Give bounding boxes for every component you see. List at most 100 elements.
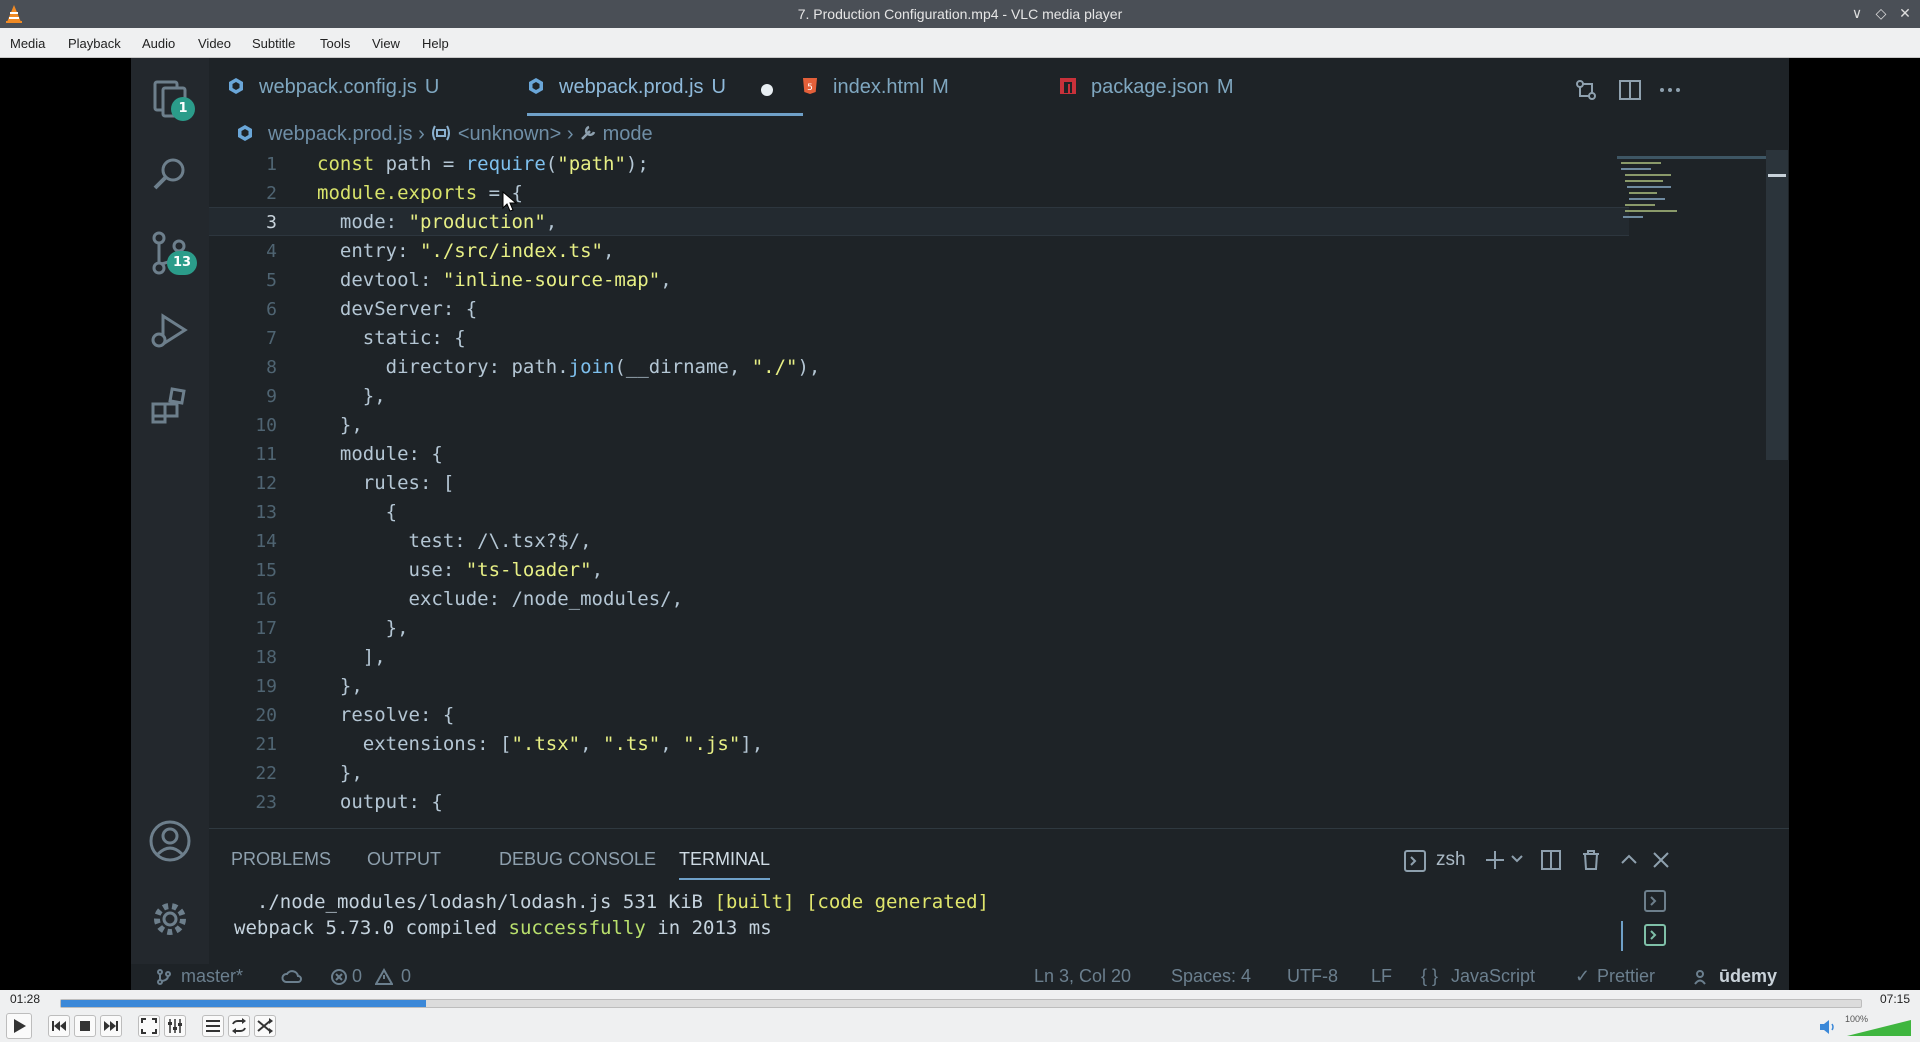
- wrench-icon: [579, 124, 597, 142]
- menu-playback[interactable]: Playback: [68, 36, 121, 51]
- terminal-line: webpack 5.73.0 compiled successfully in …: [234, 917, 772, 939]
- webpack-icon: [236, 124, 254, 142]
- line-number: 11: [255, 444, 277, 465]
- previous-icon[interactable]: [48, 1015, 70, 1037]
- html5-icon: 5: [801, 77, 819, 95]
- play-icon[interactable]: [6, 1013, 32, 1039]
- menu-video[interactable]: Video: [198, 36, 231, 51]
- tab-webpack-prod: webpack.prod.js U: [527, 76, 803, 116]
- line-number: 13: [255, 502, 277, 523]
- new-terminal-icon[interactable]: [1483, 848, 1507, 872]
- terminal-icon: [1403, 849, 1427, 873]
- chevron-right-icon: ›: [566, 123, 580, 145]
- tab-git-status: M: [932, 76, 949, 98]
- code-text: },: [317, 617, 409, 639]
- line-number: 10: [255, 415, 277, 436]
- tab-debug-console[interactable]: DEBUG CONSOLE: [499, 849, 656, 870]
- udemy-watermark: ūdemy: [1719, 966, 1778, 986]
- volume-slider[interactable]: 100%: [1845, 1014, 1913, 1038]
- extended-settings-icon[interactable]: [164, 1015, 186, 1037]
- active-terminal-indicator: [1621, 921, 1623, 951]
- code-text: rules: [: [317, 472, 455, 494]
- close-icon[interactable]: ✕: [1896, 5, 1914, 23]
- code-text: },: [317, 675, 363, 697]
- code-text: },: [317, 762, 363, 784]
- code-text: directory: path.join(__dirname, "./"),: [317, 356, 821, 378]
- git-branch-icon: [155, 968, 173, 986]
- line-number: 22: [255, 763, 277, 784]
- tab-git-status: U: [424, 76, 440, 98]
- split-terminal-icon[interactable]: [1539, 848, 1563, 872]
- chevron-up-icon[interactable]: [1617, 848, 1641, 872]
- menu-audio[interactable]: Audio: [142, 36, 175, 51]
- variable-icon: [430, 124, 452, 142]
- line-number: 6: [266, 299, 277, 320]
- tab-output[interactable]: OUTPUT: [367, 849, 441, 870]
- end-of-line[interactable]: LF: [1371, 966, 1392, 987]
- loop-icon[interactable]: [228, 1015, 250, 1037]
- indentation[interactable]: Spaces: 4: [1171, 966, 1251, 987]
- chevron-down-icon[interactable]: [1509, 851, 1525, 867]
- menu-view[interactable]: View: [372, 36, 400, 51]
- tab-terminal[interactable]: TERMINAL: [679, 849, 771, 880]
- line-number: 17: [255, 618, 277, 639]
- minimize-icon[interactable]: ∨: [1848, 5, 1866, 23]
- cursor-position[interactable]: Ln 3, Col 20: [1034, 966, 1131, 987]
- seek-bar[interactable]: [60, 999, 1862, 1008]
- sync-cloud-icon[interactable]: [281, 968, 303, 986]
- webpack-icon: [227, 77, 245, 95]
- line-number: 20: [255, 705, 277, 726]
- total-time: 07:15: [1880, 992, 1911, 1006]
- warning-count[interactable]: 0: [401, 966, 411, 987]
- git-branch[interactable]: master*: [181, 966, 243, 987]
- open-changes-icon: [1573, 77, 1599, 103]
- next-icon[interactable]: [100, 1015, 122, 1037]
- tab-git-status: M: [1216, 76, 1234, 98]
- window-title: 7. Production Configuration.mp4 - VLC me…: [797, 6, 1123, 22]
- code-text: static: {: [317, 327, 466, 349]
- menu-help[interactable]: Help: [422, 36, 449, 51]
- terminal-tab-icon[interactable]: [1643, 923, 1667, 947]
- source-control-badge: 13: [167, 251, 197, 275]
- mouse-pointer-icon: [502, 191, 518, 213]
- close-panel-icon[interactable]: [1649, 848, 1673, 872]
- code-text: },: [317, 414, 363, 436]
- trash-icon[interactable]: [1579, 848, 1603, 872]
- tab-package-json: package.json M: [1059, 76, 1234, 116]
- player-controls: 01:28 07:15 100%: [0, 990, 1920, 1042]
- code-text: {: [317, 501, 398, 523]
- line-number: 19: [255, 676, 277, 697]
- tab-label: webpack.prod.js: [559, 76, 704, 98]
- status-bar: master* 0 0 Ln 3, Col 20 Spaces: 4 UTF-8…: [131, 964, 1789, 990]
- editor-scrollbar[interactable]: [1766, 150, 1788, 460]
- shuffle-icon[interactable]: [254, 1015, 276, 1037]
- feedback-icon[interactable]: [1693, 968, 1711, 986]
- playlist-icon[interactable]: [202, 1015, 224, 1037]
- video-frame-vscode: 1 13 webpack.config.js U webpack.prod.js U: [131, 58, 1789, 990]
- menu-tools[interactable]: Tools: [320, 36, 350, 51]
- minimap[interactable]: [1617, 150, 1767, 230]
- encoding[interactable]: UTF-8: [1287, 966, 1338, 987]
- terminal-tab-icon[interactable]: [1643, 889, 1667, 913]
- error-count[interactable]: 0: [352, 966, 362, 987]
- speaker-icon[interactable]: [1818, 1018, 1838, 1036]
- language-mode[interactable]: JavaScript: [1451, 966, 1535, 987]
- search-icon: [145, 150, 195, 200]
- run-debug-icon: [145, 306, 195, 356]
- menu-media[interactable]: Media: [10, 36, 45, 51]
- settings-gear-icon: [145, 894, 195, 944]
- tab-problems[interactable]: PROBLEMS: [231, 849, 331, 870]
- code-text: module: {: [317, 443, 443, 465]
- tab-git-status: U: [711, 76, 726, 98]
- menu-subtitle[interactable]: Subtitle: [252, 36, 295, 51]
- error-icon: [330, 968, 348, 986]
- stop-icon[interactable]: [74, 1015, 96, 1037]
- maximize-icon[interactable]: ◇: [1872, 5, 1890, 23]
- formatter[interactable]: Prettier: [1597, 966, 1655, 987]
- breadcrumb-file: webpack.prod.js: [268, 123, 413, 145]
- fullscreen-icon[interactable]: [138, 1015, 160, 1037]
- menu-bar: Media Playback Audio Video Subtitle Tool…: [0, 28, 1920, 58]
- code-text: devtool: "inline-source-map",: [317, 269, 672, 291]
- line-number: 14: [255, 531, 277, 552]
- code-text: devServer: {: [317, 298, 478, 320]
